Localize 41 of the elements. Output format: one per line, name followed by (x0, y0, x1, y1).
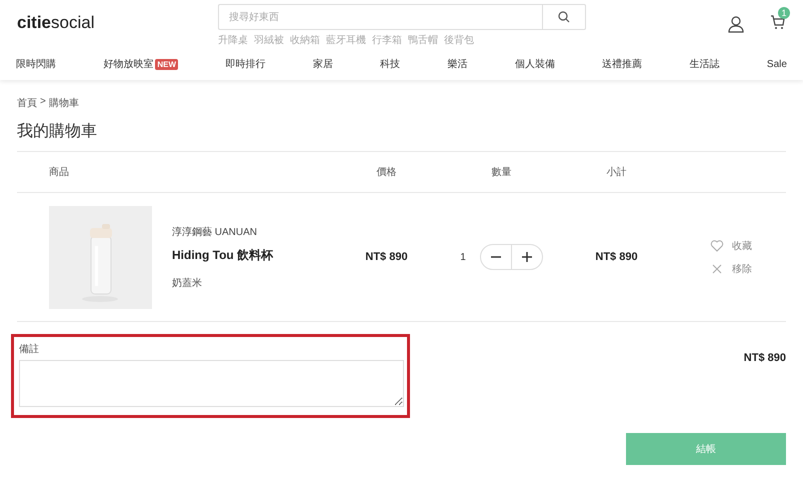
cart-count-badge: 1 (778, 7, 790, 19)
column-header: 商品 (49, 166, 69, 179)
column-header: 價格 (376, 166, 396, 179)
nav-link[interactable]: 生活誌 (690, 57, 720, 71)
page-title: 我的購物車 (17, 122, 98, 142)
notes-field[interactable] (19, 360, 404, 407)
unit-price: NT$ 890 (365, 251, 408, 263)
close-icon (710, 262, 724, 276)
nav-link[interactable]: 家居 (312, 57, 333, 71)
nav-link[interactable]: 即時排行 (225, 57, 266, 71)
column-header: 數量 (492, 166, 512, 179)
cart-icon[interactable] (770, 14, 786, 30)
product-name[interactable]: Hiding Tou 飲料杯 (172, 246, 274, 264)
nav-link[interactable]: 科技 (380, 57, 400, 71)
search-button[interactable] (542, 4, 586, 30)
heart-icon (710, 238, 724, 252)
favorite-link[interactable]: 收藏 (732, 238, 752, 252)
total-price: NT$ 890 (744, 352, 786, 364)
search-field[interactable]: 搜尋好東西 (218, 4, 542, 30)
subtotal-price: NT$ 890 (595, 251, 638, 263)
breadcrumb-link[interactable]: 首頁 (17, 96, 37, 110)
new-badge: NEW (155, 58, 178, 70)
quantity-value: 1 (460, 252, 466, 262)
nav-link[interactable]: Sale (766, 58, 787, 70)
nav-link[interactable]: 樂活 (447, 57, 468, 71)
nav-link[interactable]: 限時閃購 (16, 57, 56, 71)
nav-link[interactable]: 送禮推薦 (602, 57, 642, 71)
nav-link[interactable]: 個人裝備 (514, 57, 555, 71)
remove-link[interactable]: 移除 (732, 262, 752, 276)
column-header: 小計 (606, 166, 626, 179)
breadcrumb-separator: > (40, 96, 46, 109)
notes-label: 備註 (19, 342, 40, 356)
plus-icon (522, 252, 532, 262)
variant-label: 奶蓋米 (172, 276, 203, 290)
nav-link[interactable]: 好物放映室 NEW (103, 57, 178, 71)
user-icon[interactable] (728, 16, 744, 33)
breadcrumb-link[interactable]: 購物車 (48, 96, 79, 110)
brand-name: 淳淳鋼藝 UANUAN (172, 226, 258, 238)
logo[interactable]: citiesocial (17, 13, 218, 33)
search-icon (558, 11, 570, 23)
minus-icon (490, 256, 501, 258)
